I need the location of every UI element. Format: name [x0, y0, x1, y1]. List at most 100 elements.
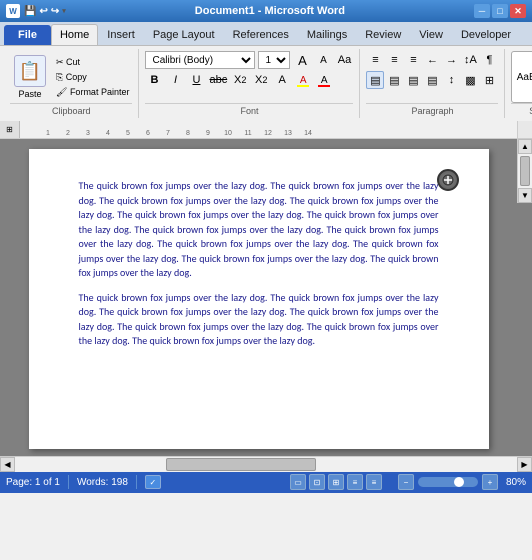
app-icon: W — [6, 4, 20, 18]
quick-undo-button[interactable]: ↩ — [39, 6, 47, 17]
borders-button[interactable]: ⊞ — [480, 71, 498, 89]
zoom-slider[interactable] — [418, 477, 478, 487]
scroll-right-button[interactable]: ▶ — [517, 457, 532, 472]
page-cursor — [437, 169, 459, 191]
font-size-select[interactable]: 11 — [258, 51, 290, 69]
paragraph-2: The quick brown fox jumps over the lazy … — [79, 291, 439, 349]
scroll-down-button[interactable]: ▼ — [518, 188, 532, 203]
increase-indent-button[interactable]: → — [442, 51, 460, 69]
clipboard-small-buttons: ✂ Cut ⎘ Copy 🖌 Format Painter — [53, 56, 132, 99]
grow-font-button[interactable]: A — [293, 51, 311, 69]
tab-developer[interactable]: Developer — [452, 24, 520, 45]
font-group: Calibri (Body) 11 A A Aa B I U abc X2 X2 — [139, 49, 360, 118]
font-group-label: Font — [145, 103, 353, 116]
window-title: Document1 - Microsoft Word — [66, 5, 474, 17]
subscript-button[interactable]: X2 — [231, 71, 249, 89]
font-row-1: Calibri (Body) 11 A A Aa — [145, 51, 353, 69]
cut-button[interactable]: ✂ Cut — [53, 56, 132, 69]
tab-mailings[interactable]: Mailings — [298, 24, 356, 45]
quick-redo-button[interactable]: ↪ — [51, 6, 59, 17]
paste-icon: 📋 — [14, 55, 46, 87]
tab-references[interactable]: References — [224, 24, 298, 45]
document-page[interactable]: The quick brown fox jumps over the lazy … — [29, 149, 489, 449]
paragraph-1: The quick brown fox jumps over the lazy … — [79, 179, 439, 281]
page-count-text: Page: 1 of 1 — [6, 477, 60, 488]
doc-scroll-area[interactable]: The quick brown fox jumps over the lazy … — [0, 139, 517, 456]
highlight-button[interactable]: A — [294, 71, 312, 89]
font-name-select[interactable]: Calibri (Body) — [145, 51, 255, 69]
underline-button[interactable]: U — [187, 71, 205, 89]
zoom-area: ▭ ⊡ ⊞ ≡ ≡ − + 80% — [290, 474, 526, 490]
ruler-corner: ⊞ — [0, 121, 20, 138]
shrink-font-button[interactable]: A — [314, 51, 332, 69]
ribbon-area: File Home Insert Page Layout References … — [0, 22, 532, 121]
window-controls: ─ □ ✕ — [474, 4, 526, 18]
tab-insert[interactable]: Insert — [98, 24, 144, 45]
para-row-2: ▤ ▤ ▤ ▤ ↕ ▩ ⊞ — [366, 71, 498, 89]
horizontal-scrollbar[interactable]: ◀ ▶ — [0, 456, 532, 471]
sort-button[interactable]: ↕A — [461, 51, 479, 69]
line-spacing-button[interactable]: ↕ — [442, 71, 460, 89]
zoom-out-button[interactable]: − — [398, 474, 414, 490]
draft-button[interactable]: ≡ — [366, 474, 382, 490]
clear-format-button[interactable]: Aa — [335, 51, 353, 69]
ruler: ⊞ 1 2 3 4 5 6 7 8 9 10 11 12 13 14 — [0, 121, 532, 139]
hscroll-thumb[interactable] — [166, 458, 317, 471]
tab-home[interactable]: Home — [51, 24, 98, 45]
scroll-up-button[interactable]: ▲ — [518, 139, 532, 154]
bullets-button[interactable]: ≡ — [366, 51, 384, 69]
clipboard-group-content: 📋 Paste ✂ Cut ⎘ Copy 🖌 Format Painter — [10, 51, 132, 103]
close-button[interactable]: ✕ — [510, 4, 526, 18]
status-bar: Page: 1 of 1 Words: 198 ✓ ▭ ⊡ ⊞ ≡ ≡ − + … — [0, 471, 532, 493]
spell-check-icon[interactable]: ✓ — [145, 475, 161, 489]
tab-file[interactable]: File — [4, 25, 51, 45]
vertical-scrollbar[interactable]: ▲ ▼ — [517, 139, 532, 203]
numbering-button[interactable]: ≡ — [385, 51, 403, 69]
multilevel-button[interactable]: ≡ — [404, 51, 422, 69]
font-row-2: B I U abc X2 X2 A A A — [145, 71, 333, 89]
decrease-indent-button[interactable]: ← — [423, 51, 441, 69]
web-layout-button[interactable]: ⊞ — [328, 474, 344, 490]
scroll-left-button[interactable]: ◀ — [0, 457, 15, 472]
word-count-text: Words: 198 — [77, 477, 128, 488]
shading-button[interactable]: ▩ — [461, 71, 479, 89]
tab-review[interactable]: Review — [356, 24, 410, 45]
align-right-button[interactable]: ▤ — [423, 71, 441, 89]
tab-pagelayout[interactable]: Page Layout — [144, 24, 224, 45]
title-bar: W 💾 ↩ ↪ ▾ Document1 - Microsoft Word ─ □… — [0, 0, 532, 22]
superscript-button[interactable]: X2 — [252, 71, 270, 89]
zoom-in-button[interactable]: + — [482, 474, 498, 490]
outline-button[interactable]: ≡ — [347, 474, 363, 490]
font-color-button[interactable]: A — [315, 71, 333, 89]
format-painter-button[interactable]: 🖌 Format Painter — [53, 86, 132, 99]
bold-button[interactable]: B — [145, 71, 163, 89]
hscroll-track[interactable] — [15, 457, 517, 472]
ruler-scrollbar-space — [517, 121, 532, 138]
scroll-thumb-v[interactable] — [520, 156, 530, 186]
print-layout-button[interactable]: ▭ — [290, 474, 306, 490]
quick-save-button[interactable]: 💾 — [24, 6, 36, 17]
align-left-button[interactable]: ▤ — [385, 71, 403, 89]
minimize-button[interactable]: ─ — [474, 4, 490, 18]
styles-group: AaBbCcDd Styles — [505, 49, 532, 118]
copy-button[interactable]: ⎘ Copy — [53, 71, 132, 84]
horizontal-ruler: 1 2 3 4 5 6 7 8 9 10 11 12 13 14 — [20, 121, 517, 138]
paragraph-group: ≡ ≡ ≡ ← → ↕A ¶ ▤ ▤ ▤ ▤ ↕ ▩ ⊞ P — [360, 49, 505, 118]
paste-button[interactable]: 📋 Paste — [10, 53, 50, 101]
justify-button[interactable]: ▤ — [366, 71, 384, 89]
status-sep-2 — [136, 475, 137, 489]
ribbon-tabs: File Home Insert Page Layout References … — [0, 22, 532, 45]
strikethrough-button[interactable]: abc — [208, 71, 228, 89]
document-area: ▲ ▼ The q — [0, 139, 532, 456]
document-content: The quick brown fox jumps over the lazy … — [0, 139, 517, 456]
align-center-button[interactable]: ▤ — [404, 71, 422, 89]
text-effects-button[interactable]: A — [273, 71, 291, 89]
show-formatting-button[interactable]: ¶ — [480, 51, 498, 69]
full-screen-button[interactable]: ⊡ — [309, 474, 325, 490]
title-bar-left: W 💾 ↩ ↪ ▾ — [6, 4, 66, 18]
styles-preview[interactable]: AaBbCcDd — [511, 51, 532, 103]
maximize-button[interactable]: □ — [492, 4, 508, 18]
tab-view[interactable]: View — [410, 24, 452, 45]
italic-button[interactable]: I — [166, 71, 184, 89]
zoom-thumb[interactable] — [454, 477, 464, 487]
